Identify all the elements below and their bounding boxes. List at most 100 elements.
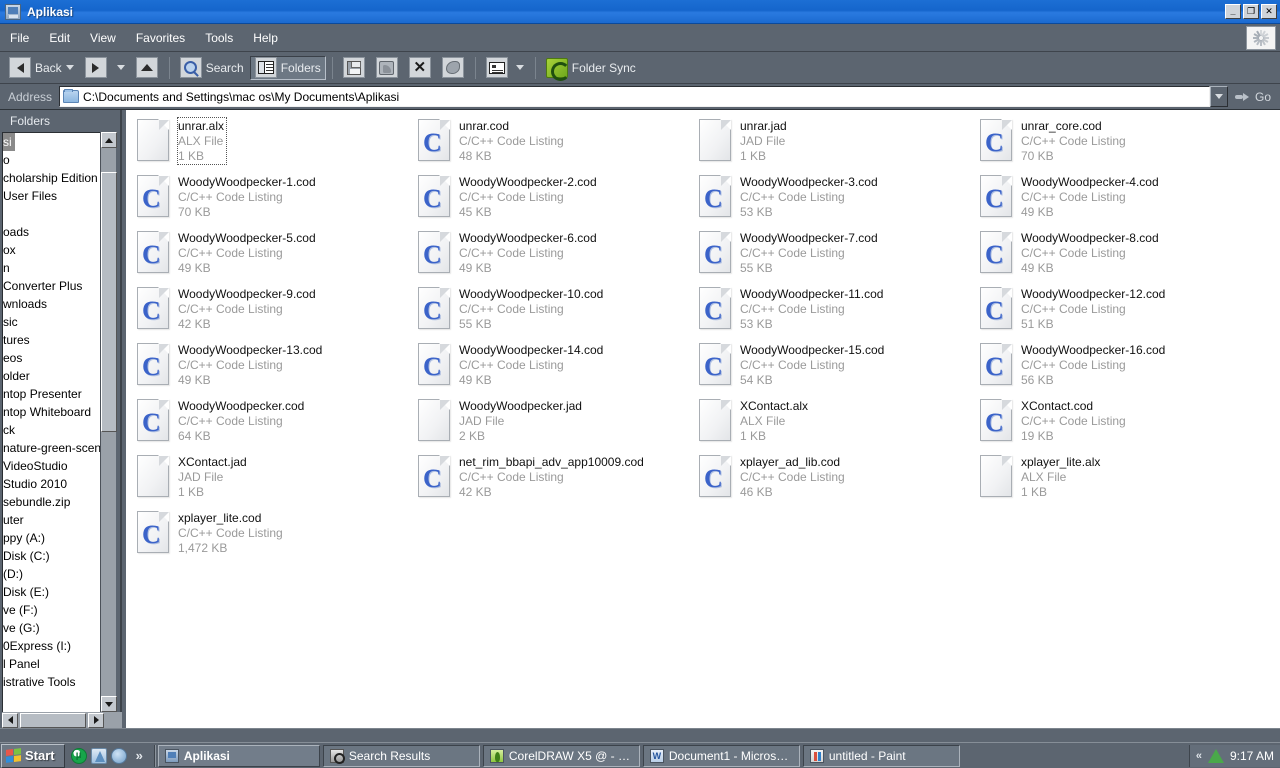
folder-tree-item[interactable]: ck (3, 421, 108, 439)
file-item[interactable]: unrar.alx ALX File 1 KB (130, 116, 411, 172)
windows-throbber-icon[interactable] (1246, 25, 1276, 50)
file-item[interactable]: C WoodyWoodpecker-8.cod C/C++ Code Listing… (973, 228, 1254, 284)
hscroll-thumb[interactable] (20, 712, 86, 728)
folder-tree-item[interactable] (3, 205, 108, 223)
views-button[interactable] (481, 56, 529, 80)
up-button[interactable] (131, 56, 163, 80)
search-button[interactable]: Search (175, 56, 249, 80)
folder-tree-item[interactable]: tures (3, 331, 108, 349)
scroll-down-button[interactable] (101, 696, 117, 712)
menu-help[interactable]: Help (244, 28, 287, 48)
menu-edit[interactable]: Edit (40, 28, 79, 48)
folder-tree-item[interactable]: 0Express (I:) (3, 637, 108, 655)
folder-tree-item[interactable]: cholarship Edition (3, 169, 108, 187)
address-input[interactable]: C:\Documents and Settings\mac os\My Docu… (59, 86, 1210, 107)
file-item[interactable]: unrar.jad JAD File 1 KB (692, 116, 973, 172)
folder-tree-hscrollbar[interactable] (2, 712, 122, 728)
menu-favorites[interactable]: Favorites (127, 28, 194, 48)
back-button[interactable]: Back (4, 56, 79, 80)
file-item[interactable]: Cnet_rim_bbapi_adv_app10009.cod C/C++ Cod… (411, 452, 692, 508)
file-list-pane[interactable]: unrar.alx ALX File 1 KB Cunrar.cod C/C++ Cod… (126, 110, 1280, 728)
file-item[interactable]: XContact.alx ALX File 1 KB (692, 396, 973, 452)
folder-tree-item[interactable]: oads (3, 223, 108, 241)
scroll-right-button[interactable] (88, 712, 104, 728)
folder-tree-item[interactable]: o (3, 151, 108, 169)
file-item[interactable]: xplayer_lite.alx ALX File 1 KB (973, 452, 1254, 508)
file-item[interactable]: C WoodyWoodpecker-1.cod C/C++ Code Listing… (130, 172, 411, 228)
file-item[interactable]: WoodyWoodpecker.jad JAD File 2 KB (411, 396, 692, 452)
internet-explorer-icon[interactable] (110, 747, 127, 764)
quick-launch-overflow-icon[interactable]: » (131, 748, 148, 763)
folder-tree-item[interactable]: VideoStudio (3, 457, 108, 475)
taskbar-task-button[interactable]: Aplikasi (157, 744, 320, 767)
file-item[interactable]: C WoodyWoodpecker-14.cod C/C++ Code Listin… (411, 340, 692, 396)
file-item[interactable]: C WoodyWoodpecker-12.cod C/C++ Code Listin… (973, 284, 1254, 340)
file-item[interactable]: Cunrar_core.cod C/C++ Code Listing 70 KB (973, 116, 1254, 172)
stamp-button[interactable] (371, 56, 403, 80)
forward-button[interactable] (80, 56, 130, 80)
folder-tree-item[interactable]: Studio 2010 (3, 475, 108, 493)
file-item[interactable]: C WoodyWoodpecker.cod C/C++ Code Listing 64… (130, 396, 411, 452)
folder-tree-item[interactable]: older (3, 367, 108, 385)
folder-tree-item[interactable]: Converter Plus (3, 277, 108, 295)
file-item[interactable]: Cxplayer_lite.cod C/C++ Code Listing 1,472… (130, 508, 411, 564)
folder-tree-item[interactable]: ox (3, 241, 108, 259)
minimize-button[interactable]: _ (1225, 4, 1241, 19)
folder-tree-item[interactable]: ve (G:) (3, 619, 108, 637)
clock[interactable]: 9:17 AM (1230, 749, 1274, 763)
acrobat-icon[interactable] (90, 747, 107, 764)
menu-file[interactable]: File (1, 28, 38, 48)
folder-tree-item[interactable]: ppy (A:) (3, 529, 108, 547)
vscroll-thumb[interactable] (101, 172, 117, 432)
file-item[interactable]: C WoodyWoodpecker-4.cod C/C++ Code Listing… (973, 172, 1254, 228)
folder-tree-item[interactable]: User Files (3, 187, 108, 205)
folder-tree-item[interactable]: ntop Presenter (3, 385, 108, 403)
file-item[interactable]: Cunrar.cod C/C++ Code Listing 48 KB (411, 116, 692, 172)
taskbar-task-button[interactable]: CorelDRAW X5 @ - [D:... (482, 744, 640, 767)
folder-tree-item[interactable]: sic (3, 313, 108, 331)
restore-button[interactable]: ❐ (1243, 4, 1259, 19)
menu-tools[interactable]: Tools (196, 28, 242, 48)
utorrent-icon[interactable] (70, 747, 87, 764)
folder-tree-item[interactable]: ve (F:) (3, 601, 108, 619)
taskbar-task-button[interactable]: untitled - Paint (802, 744, 960, 767)
views-dropdown-icon[interactable] (515, 65, 524, 70)
taskbar-task-button[interactable]: Document1 - Microsoft... (642, 744, 800, 767)
green-triangle-icon[interactable] (1207, 748, 1224, 763)
folders-button[interactable]: Folders (249, 55, 326, 80)
close-button[interactable]: ✕ (1261, 4, 1277, 19)
scroll-left-button[interactable] (2, 712, 18, 728)
folder-tree-item[interactable]: sebundle.zip (3, 493, 108, 511)
file-item[interactable]: Cxplayer_ad_lib.cod C/C++ Code Listing 46 … (692, 452, 973, 508)
file-item[interactable]: C WoodyWoodpecker-10.cod C/C++ Code Listin… (411, 284, 692, 340)
file-item[interactable]: C WoodyWoodpecker-7.cod C/C++ Code Listing… (692, 228, 973, 284)
delete-button[interactable]: ✕ (404, 56, 436, 80)
file-item[interactable]: XContact.jad JAD File 1 KB (130, 452, 411, 508)
folder-tree-item[interactable]: wnloads (3, 295, 108, 313)
file-item[interactable]: C WoodyWoodpecker-15.cod C/C++ Code Listin… (692, 340, 973, 396)
start-button[interactable]: Start (1, 743, 65, 768)
file-item[interactable]: C XContact.cod C/C++ Code Listing 19 KB (973, 396, 1254, 452)
folder-tree-item[interactable]: (D:) (3, 565, 108, 583)
folder-tree-item[interactable]: si (3, 133, 15, 151)
menu-view[interactable]: View (81, 28, 125, 48)
folder-tree-item[interactable]: Disk (E:) (3, 583, 108, 601)
scroll-up-button[interactable] (101, 132, 117, 148)
folder-tree[interactable]: si o cholarship Edition User Files oads ox n C… (2, 132, 108, 712)
folder-tree-vscrollbar[interactable] (100, 132, 117, 712)
save-button[interactable] (338, 56, 370, 80)
back-dropdown-icon[interactable] (65, 65, 74, 70)
file-item[interactable]: C WoodyWoodpecker-5.cod C/C++ Code Listing… (130, 228, 411, 284)
go-button[interactable]: Go (1228, 90, 1280, 104)
file-item[interactable]: C WoodyWoodpecker-9.cod C/C++ Code Listing… (130, 284, 411, 340)
folder-tree-item[interactable]: nature-green-scen (3, 439, 108, 457)
address-dropdown-button[interactable] (1209, 86, 1228, 107)
window-titlebar[interactable]: Aplikasi _ ❐ ✕ (0, 0, 1280, 24)
file-item[interactable]: C WoodyWoodpecker-13.cod C/C++ Code Listin… (130, 340, 411, 396)
taskbar-task-button[interactable]: Search Results (322, 744, 480, 767)
file-item[interactable]: C WoodyWoodpecker-11.cod C/C++ Code Listin… (692, 284, 973, 340)
folder-tree-item[interactable] (3, 691, 108, 709)
folder-tree-item[interactable]: Disk (C:) (3, 547, 108, 565)
folder-tree-item[interactable]: eos (3, 349, 108, 367)
folder-sync-button[interactable]: Folder Sync (541, 56, 641, 81)
